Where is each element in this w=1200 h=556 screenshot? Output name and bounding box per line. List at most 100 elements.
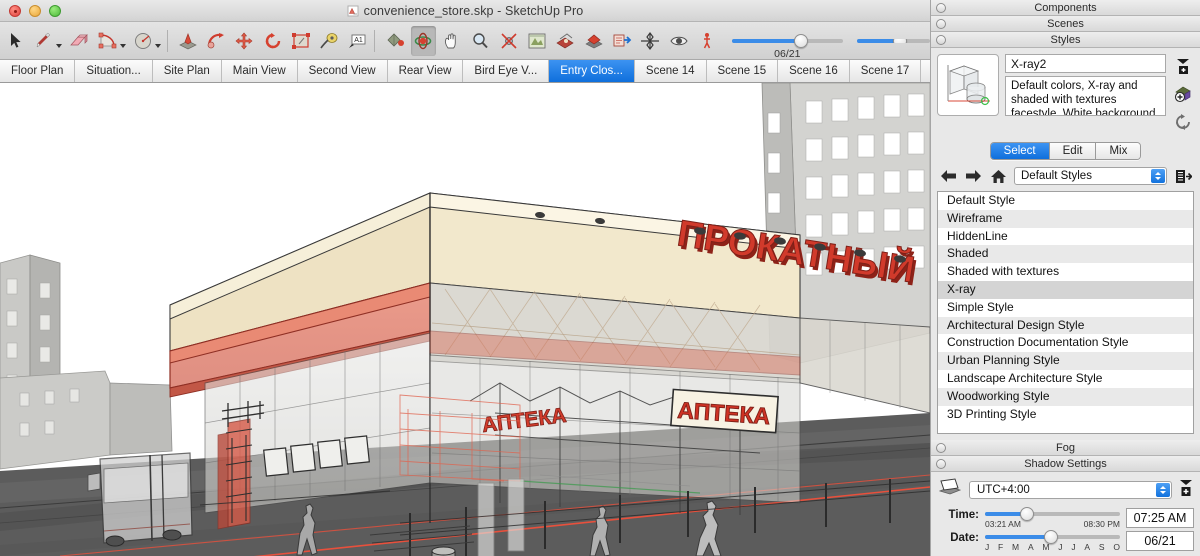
orbit-tool[interactable] [410,25,437,56]
time-value-field[interactable]: 07:25 AM [1126,508,1194,528]
tab-select[interactable]: Select [990,143,1050,159]
date-track[interactable] [985,530,1120,544]
scene-tab-label: Second View [308,65,376,77]
list-options-icon[interactable] [1174,168,1192,184]
shadow-settings-panel-header[interactable]: Shadow Settings [931,456,1200,472]
tab-edit[interactable]: Edit [1049,143,1097,159]
circle-tool[interactable] [131,26,161,56]
rotate-tool[interactable] [260,26,285,56]
date-slider-control[interactable]: J F M A M J J A S O [985,530,1120,552]
style-list-item-construction-documentation-style[interactable]: Construction Documentation Style [938,334,1193,352]
update-style-button[interactable] [1174,113,1192,134]
eraser-tool[interactable] [67,26,92,56]
print-tool[interactable] [609,26,634,56]
style-preview-thumbnail[interactable] [937,54,999,116]
time-track[interactable] [985,507,1120,521]
move-tool[interactable] [232,26,257,56]
style-list-item-wireframe[interactable]: Wireframe [938,209,1193,228]
paint-bucket-tool[interactable] [382,26,407,56]
time-slider[interactable]: 07:2 [856,38,931,43]
line-tool[interactable] [31,26,62,56]
date-slider[interactable]: 06/21 [731,33,843,60]
style-list-item-shaded[interactable]: Shaded [938,245,1193,264]
scene-tab-scene-14[interactable]: Scene 14 [634,60,707,82]
scene-tab-entry-close[interactable]: Entry Clos... [549,60,635,82]
pushpull-tool[interactable] [175,26,200,56]
scene-tab-glavny[interactable]: Главный... [921,60,930,82]
time-slider-track[interactable] [856,38,931,43]
style-list-item-3d-printing-style[interactable]: 3D Printing Style [938,406,1193,424]
scene-tab-bird-eye-view[interactable]: Bird Eye V... [463,60,550,82]
style-list-item-landscape-architecture-style[interactable]: Landscape Architecture Style [938,370,1193,388]
scene-tab-scene-17[interactable]: Scene 17 [849,60,922,82]
scale-tool[interactable] [288,26,313,56]
style-description-input[interactable] [1005,76,1166,116]
forward-arrow-icon[interactable] [964,168,982,184]
style-list-item-woodworking-style[interactable]: Woodworking Style [938,387,1193,406]
shadows-tool[interactable] [581,26,606,56]
fog-panel-header[interactable]: Fog [931,440,1200,456]
back-arrow-icon[interactable] [939,168,957,184]
create-new-style-button[interactable] [1174,85,1192,106]
scene-tab-rear-view[interactable]: Rear View [387,60,464,82]
style-list-item-architectural-design-style[interactable]: Architectural Design Style [938,316,1193,335]
date-slider-track[interactable] [731,33,843,48]
scene-tab-site-plan[interactable]: Site Plan [152,60,222,82]
date-value-field[interactable]: 06/21 [1126,531,1194,551]
model-viewport[interactable]: ПРОКАТНЫЙ ПРОКАТНЫЙ АПТЕКА АПТЕКА [0,83,930,556]
time-slider-fill [856,38,898,43]
line-tool-dropdown-caret[interactable] [55,43,62,48]
zoom-tool[interactable] [468,26,493,56]
scenes-panel-toggle[interactable] [936,18,946,29]
pan-tool[interactable] [439,26,464,56]
shadow-display-toggle-icon[interactable] [937,477,963,502]
date-slider-knob[interactable] [793,33,808,48]
styles-panel-toggle[interactable] [936,34,946,45]
style-list-item-urban-planning-style[interactable]: Urban Planning Style [938,352,1193,370]
axes-tool[interactable] [638,26,663,56]
components-panel-header[interactable]: Components [931,0,1200,16]
components-panel-toggle[interactable] [936,2,946,13]
walk-tool[interactable] [695,26,720,56]
style-list-item-simple-style[interactable]: Simple Style [938,299,1193,317]
chevron-updown-icon[interactable] [1151,169,1165,183]
style-name-input[interactable] [1005,54,1166,73]
style-list[interactable]: Default Style Wireframe HiddenLine Shade… [937,191,1194,434]
timezone-select[interactable]: UTC+4:00 [969,480,1172,499]
arc-tool[interactable] [95,26,126,56]
shadow-settings-panel-toggle[interactable] [936,458,946,469]
position-camera-tool[interactable] [524,26,549,56]
zoom-extents-tool[interactable] [496,26,521,56]
scene-tab-floor-plan[interactable]: Floor Plan [0,60,76,82]
time-slider-knob[interactable] [892,38,907,43]
style-collection-select[interactable]: Default Styles [1014,167,1167,185]
scene-tab-scene-15[interactable]: Scene 15 [706,60,779,82]
scene-tab-second-view[interactable]: Second View [297,60,388,82]
fog-panel-toggle[interactable] [936,442,946,453]
chevron-updown-icon[interactable] [1156,482,1170,497]
tab-mix[interactable]: Mix [1096,143,1141,159]
style-list-item-xray[interactable]: X-ray [938,280,1193,299]
scene-tab-main-view[interactable]: Main View [221,60,298,82]
shadow-options-icon[interactable] [1178,478,1194,501]
style-details-button[interactable] [1175,57,1191,78]
text-tool[interactable]: A1 [345,26,370,56]
home-icon[interactable] [989,168,1007,184]
style-list-item-hiddenline[interactable]: HiddenLine [938,228,1193,246]
toolbar-separator [166,29,168,52]
section-plane-tool[interactable] [553,26,578,56]
select-tool[interactable] [3,26,28,56]
followme-tool[interactable] [203,26,228,56]
time-slider-control[interactable]: 03:21 AM 08:30 PM [985,507,1120,529]
scene-tab-scene-16[interactable]: Scene 16 [778,60,850,82]
style-list-item-default-style[interactable]: Default Style [938,192,1193,210]
time-knob[interactable] [1020,507,1035,521]
style-list-item-shaded-with-textures[interactable]: Shaded with textures [938,263,1193,281]
look-around-tool[interactable] [666,26,691,56]
tape-measure-tool[interactable] [317,26,342,56]
scene-tab-situation[interactable]: Situation... [75,60,153,82]
circle-tool-dropdown-caret[interactable] [154,43,161,48]
arc-tool-dropdown-caret[interactable] [119,43,126,48]
scenes-panel-header[interactable]: Scenes [931,16,1200,32]
styles-panel-header[interactable]: Styles [931,32,1200,48]
